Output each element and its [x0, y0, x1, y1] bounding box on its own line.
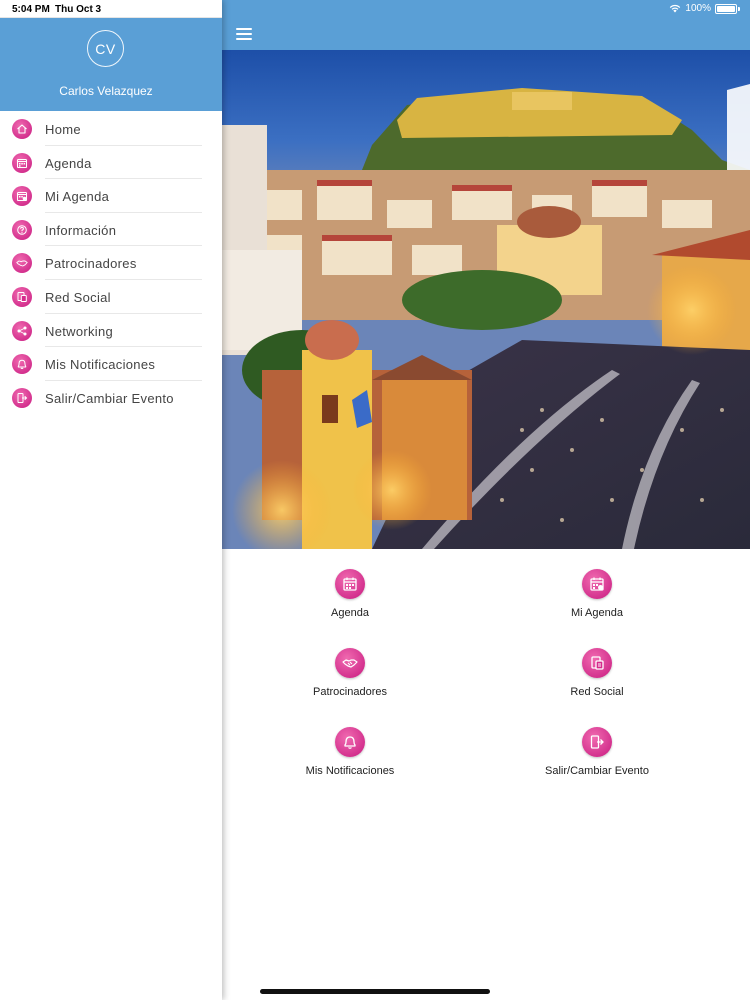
hamburger-bar: [236, 38, 252, 40]
exit-icon: [582, 727, 612, 757]
menu-item-label: Agenda: [45, 155, 92, 171]
tile-label: Mis Notificaciones: [305, 765, 395, 777]
menu-item-mis-notificaciones[interactable]: Mis Notificaciones: [0, 347, 222, 381]
calendar-icon: [335, 569, 365, 599]
home-indicator[interactable]: [260, 989, 490, 994]
menu-item-home[interactable]: Home: [0, 112, 222, 146]
menu-item-red-social[interactable]: Red Social: [0, 280, 222, 314]
calendar-icon: [12, 152, 32, 173]
menu-item-label: Networking: [45, 323, 114, 339]
menu-item-salir-cambiar-evento[interactable]: Salir/Cambiar Evento: [0, 381, 222, 415]
menu-item-mi-agenda[interactable]: Mi Agenda: [0, 179, 222, 213]
banner-carousel[interactable]: [222, 50, 750, 549]
calendar-user-icon: [12, 186, 32, 207]
bell-icon: [12, 354, 32, 375]
side-drawer: 5:04 PM Thu Oct 3 CV Carlos Velazquez Ho…: [0, 0, 222, 1000]
menu-toggle-button[interactable]: [236, 28, 252, 40]
tile-label: Patrocinadores: [313, 686, 387, 698]
menu-item-label: Patrocinadores: [45, 256, 137, 272]
hamburger-bar: [236, 33, 252, 35]
tile-patrocinadores[interactable]: Patrocinadores: [250, 648, 450, 708]
social-icon: [12, 286, 32, 307]
drawer-menu: Home Agenda Mi Agenda Información Patroc: [0, 112, 222, 414]
status-indicators: 100%: [669, 3, 740, 14]
social-icon: [582, 648, 612, 678]
tile-label: Agenda: [331, 607, 369, 619]
menu-item-label: Mi Agenda: [45, 189, 110, 205]
tile-agenda[interactable]: Agenda: [250, 569, 450, 629]
question-icon: [12, 219, 32, 240]
hamburger-bar: [236, 28, 252, 30]
menu-item-informacion[interactable]: Información: [0, 213, 222, 247]
tile-mis-notificaciones[interactable]: Mis Notificaciones: [250, 727, 450, 787]
status-date: Thu Oct 3: [55, 4, 102, 15]
tile-salir-cambiar-evento[interactable]: Salir/Cambiar Evento: [497, 727, 697, 787]
menu-item-label: Información: [45, 222, 117, 238]
status-bar: 5:04 PM Thu Oct 3: [0, 0, 222, 18]
menu-item-label: Home: [45, 122, 81, 137]
tile-red-social[interactable]: Red Social: [497, 648, 697, 708]
menu-item-label: Mis Notificaciones: [45, 357, 156, 373]
handshake-icon: [12, 253, 32, 274]
home-icon: [12, 119, 32, 139]
menu-item-agenda[interactable]: Agenda: [0, 146, 222, 180]
user-name: Carlos Velazquez: [59, 84, 153, 98]
status-time: 5:04 PM: [12, 4, 50, 15]
handshake-icon: [335, 648, 365, 678]
battery-icon: [715, 3, 737, 14]
tile-label: Mi Agenda: [571, 607, 623, 619]
wifi-icon: [670, 4, 681, 13]
menu-item-label: Red Social: [45, 289, 111, 305]
bell-icon: [335, 727, 365, 757]
battery-tip: [738, 6, 740, 11]
share-icon: [12, 320, 32, 341]
drawer-header: CV Carlos Velazquez: [0, 18, 222, 111]
avatar[interactable]: CV: [87, 30, 124, 67]
menu-item-label: Salir/Cambiar Evento: [45, 390, 174, 406]
app-root: 100% Agenda Mi Agenda Patrocinadores Red…: [0, 0, 750, 1000]
menu-item-networking[interactable]: Networking: [0, 314, 222, 348]
tile-label: Red Social: [570, 686, 624, 698]
banner-photo: [222, 50, 750, 549]
exit-icon: [12, 387, 32, 408]
tile-label: Salir/Cambiar Evento: [545, 765, 649, 777]
menu-item-patrocinadores[interactable]: Patrocinadores: [0, 246, 222, 280]
tile-mi-agenda[interactable]: Mi Agenda: [497, 569, 697, 629]
calendar-user-icon: [582, 569, 612, 599]
battery-percent: 100%: [685, 3, 711, 14]
